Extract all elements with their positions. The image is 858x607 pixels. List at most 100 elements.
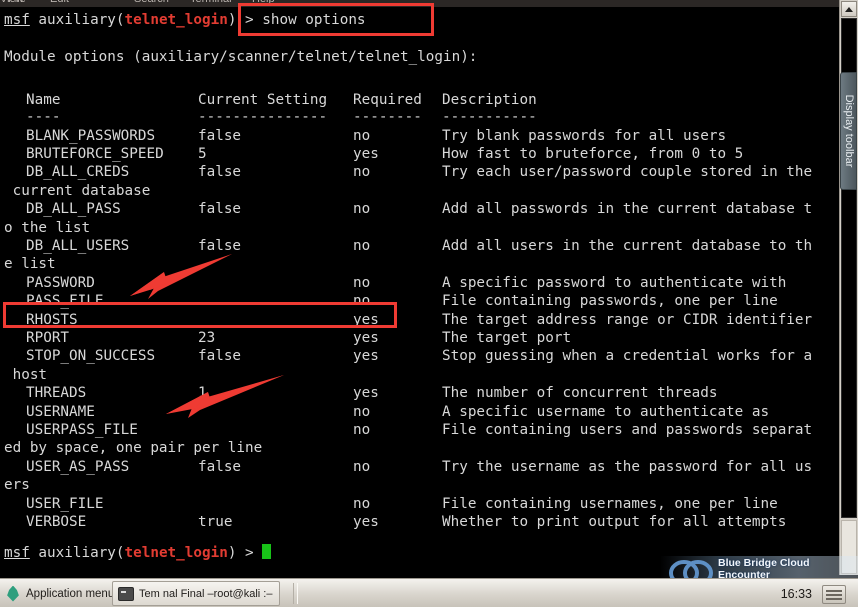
option-description: The target port <box>442 329 572 346</box>
option-name: DB_ALL_USERS <box>26 237 130 254</box>
option-name: USER_FILE <box>26 495 104 512</box>
column-header-required: Required <box>353 92 422 108</box>
option-required: no <box>353 421 371 438</box>
option-name: VERBOSE <box>26 513 87 530</box>
option-required: yes <box>353 329 379 346</box>
option-description: The target address range or CIDR identif… <box>442 311 813 328</box>
option-description: How fast to bruteforce, from 0 to 5 <box>442 145 744 162</box>
option-description: Try the username as the password for all… <box>442 458 813 475</box>
prompt-close: ) > <box>227 12 263 28</box>
scroll-up-button[interactable] <box>841 1 857 17</box>
chevron-up-icon <box>845 6 853 12</box>
option-required: yes <box>353 145 379 162</box>
taskbar[interactable]: Application menu Tem nal Final –root@kal… <box>0 578 858 607</box>
prompt-mid: auxiliary( <box>29 12 125 28</box>
option-description: Add all users in the current database to… <box>442 237 813 254</box>
prompt-module: telnet_login <box>124 12 228 28</box>
option-required: yes <box>353 348 379 365</box>
option-description-wrap: ed by space, one pair per line <box>4 440 263 457</box>
option-name: DB_ALL_PASS <box>26 201 121 218</box>
table-header-row: Name <box>4 91 60 109</box>
application-menu-label: Application menu <box>26 587 115 600</box>
option-current-setting: false <box>198 201 242 218</box>
desktop-screen: File Edit View Search Terminal Help msf … <box>0 0 858 607</box>
option-required: yes <box>353 311 379 328</box>
taskbar-separator <box>293 583 298 604</box>
option-description-wrap: ers <box>4 477 30 494</box>
option-required: no <box>353 458 371 475</box>
option-description: The number of concurrent threads <box>442 385 718 402</box>
rule-name: ---- <box>26 109 61 125</box>
menu-item-edit[interactable]: Edit <box>50 0 69 5</box>
window-menubar[interactable]: File Edit View Search Terminal Help <box>0 0 858 7</box>
rule-required: -------- <box>353 109 422 125</box>
option-name: THREADS <box>26 385 87 402</box>
option-required: no <box>353 127 371 144</box>
prompt-line-bottom: msf auxiliary(telnet_login) > <box>4 544 272 562</box>
option-name: RPORT <box>26 329 70 346</box>
option-description: Stop guessing when a credential works fo… <box>442 348 813 365</box>
option-current-setting: false <box>198 348 242 365</box>
option-current-setting: false <box>198 237 242 254</box>
menu-item-terminal[interactable]: Terminal <box>190 0 232 5</box>
option-required: no <box>353 495 371 512</box>
display-toolbar-tab[interactable]: Display toolbar <box>840 72 857 190</box>
prompt-close-bottom: ) > <box>227 545 263 561</box>
option-required: no <box>353 274 371 291</box>
option-current-setting: true <box>198 513 233 530</box>
option-description: A specific username to authenticate as <box>442 403 770 420</box>
column-header-name: Name <box>26 92 61 108</box>
option-description: File containing users and passwords sepa… <box>442 421 813 438</box>
option-name: USERNAME <box>26 403 95 420</box>
taskbar-window-button[interactable]: Tem nal Final –root@kali :– <box>112 581 280 606</box>
column-header-current-setting: Current Setting <box>198 92 328 108</box>
module-options-line: Module options (auxiliary/scanner/telnet… <box>4 49 478 65</box>
terminal-output[interactable]: msf auxiliary(telnet_login) > show optio… <box>0 7 840 575</box>
option-current-setting: 5 <box>198 145 207 162</box>
option-required: yes <box>353 513 379 530</box>
option-required: no <box>353 293 371 310</box>
column-header-description: Description <box>442 92 537 108</box>
option-current-setting: 1 <box>198 385 207 402</box>
menu-item-view[interactable]: View <box>0 0 24 5</box>
menu-item-help[interactable]: Help <box>252 0 275 5</box>
option-name: PASS_FILE <box>26 293 104 310</box>
option-description-wrap: o the list <box>4 219 91 236</box>
prompt-mid-bottom: auxiliary( <box>29 545 125 561</box>
typed-command: show options <box>262 12 366 28</box>
option-required: no <box>353 403 371 420</box>
option-name: RHOSTS <box>26 311 78 328</box>
application-menu-button[interactable]: Application menu <box>6 579 114 607</box>
option-description: Try each user/password couple stored in … <box>442 164 813 181</box>
option-description: Add all passwords in the current databas… <box>442 201 813 218</box>
scrollbar-track[interactable] <box>841 520 857 574</box>
option-description-wrap: host <box>4 366 48 383</box>
option-name: BRUTEFORCE_SPEED <box>26 145 164 162</box>
clock: 16:33 <box>780 586 812 601</box>
option-name: USER_AS_PASS <box>26 458 130 475</box>
option-description: Try blank passwords for all users <box>442 127 727 144</box>
option-current-setting: false <box>198 458 242 475</box>
option-required: no <box>353 237 371 254</box>
option-name: DB_ALL_CREDS <box>26 164 130 181</box>
option-description: File containing usernames, one per line <box>442 495 778 512</box>
text-cursor <box>262 544 272 559</box>
option-current-setting: false <box>198 127 242 144</box>
kali-dragon-icon <box>7 585 19 602</box>
option-required: no <box>353 201 371 218</box>
option-current-setting: 23 <box>198 329 216 346</box>
keyboard-layout-icon[interactable] <box>822 585 846 604</box>
option-description: Whether to print output for all attempts <box>442 513 787 530</box>
prompt-user: msf <box>4 12 30 28</box>
option-name: BLANK_PASSWORDS <box>26 127 156 144</box>
menu-item-search[interactable]: Search <box>134 0 169 5</box>
option-name: STOP_ON_SUCCESS <box>26 348 156 365</box>
option-description-wrap: e list <box>4 256 56 273</box>
option-required: no <box>353 164 371 181</box>
option-name: PASSWORD <box>26 274 95 291</box>
taskbar-window-title: Tem nal Final –root@kali :– <box>139 587 273 600</box>
prompt-user-bottom: msf <box>4 545 30 561</box>
prompt-module-bottom: telnet_login <box>124 545 228 561</box>
option-name: USERPASS_FILE <box>26 421 138 438</box>
option-description-wrap: current database <box>4 182 151 199</box>
